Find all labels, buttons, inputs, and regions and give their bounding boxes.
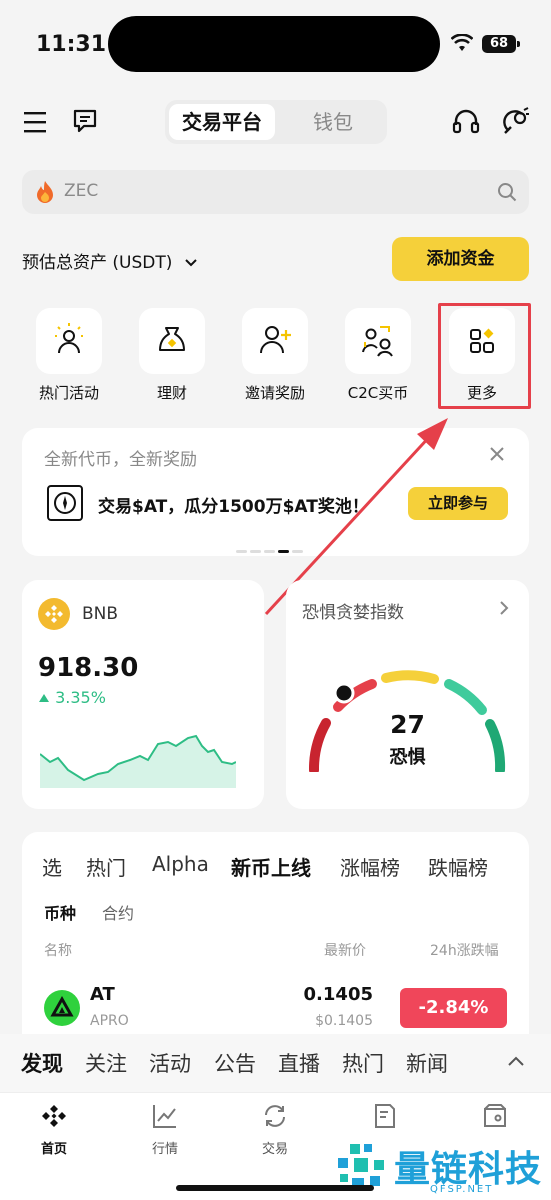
token-logo-icon: [47, 485, 83, 521]
search-placeholder: ZEC: [64, 181, 99, 201]
quick-action-label: 热门活动: [38, 384, 99, 402]
row-price-usd: $0.1405: [315, 1013, 373, 1029]
feed-tab-following[interactable]: 关注: [85, 1048, 127, 1078]
tab-hot[interactable]: 热门: [86, 852, 126, 881]
col-price: 最新价: [324, 943, 366, 959]
tab-exchange[interactable]: 交易平台: [169, 104, 275, 140]
chart-icon: [153, 1105, 176, 1128]
menu-icon[interactable]: [24, 111, 48, 133]
nav-label: 行情: [151, 1142, 178, 1157]
nav-label: 首页: [40, 1142, 67, 1157]
row-change-badge: -2.84%: [400, 988, 507, 1028]
quick-action-hot-events[interactable]: [36, 308, 102, 374]
trade-icon: [265, 1105, 285, 1127]
table-row[interactable]: AT APRO 0.1405 $0.1405 -2.84%: [22, 978, 529, 1038]
chevron-down-icon: [185, 259, 197, 267]
quick-action-c2c[interactable]: [345, 308, 411, 374]
market-section: 选 热门 Alpha 新币上线 涨幅榜 跌幅榜 币种 合约 名称 最新价 24h…: [22, 832, 529, 1042]
wifi-icon: [451, 34, 473, 51]
nav-label: 交易: [261, 1142, 288, 1157]
fear-greed-value: 27: [390, 710, 425, 739]
nav-home[interactable]: 首页: [19, 1101, 89, 1181]
tab-gainers[interactable]: 涨幅榜: [340, 852, 400, 881]
chevron-up-icon[interactable]: [506, 1054, 526, 1068]
search-icon[interactable]: [497, 182, 517, 202]
estimated-assets-label[interactable]: 预估总资产 (USDT): [22, 248, 198, 273]
money-bag-icon: [159, 327, 185, 351]
chevron-right-icon: [500, 601, 509, 615]
bnb-price: 918.30: [38, 653, 139, 683]
feed-tab-news[interactable]: 新闻: [406, 1048, 448, 1078]
platform-switcher: 交易平台 钱包: [165, 100, 387, 144]
close-icon[interactable]: [489, 446, 505, 462]
nav-trade[interactable]: 交易: [240, 1101, 310, 1181]
quick-action-invite[interactable]: [242, 308, 308, 374]
highlight-box: [438, 303, 531, 409]
bnb-change: 3.35%: [38, 688, 106, 707]
nav-markets[interactable]: 行情: [130, 1101, 200, 1181]
quick-action-label: 理财: [156, 384, 187, 402]
subtab-coin[interactable]: 币种: [44, 900, 76, 924]
row-price: 0.1405: [303, 984, 373, 1005]
tab-alpha[interactable]: Alpha: [152, 852, 209, 876]
lightbulb-person-icon: [55, 323, 83, 354]
headset-icon[interactable]: [452, 108, 480, 136]
home-diamond-icon: [42, 1105, 66, 1127]
home-indicator: [176, 1185, 374, 1191]
feed-tab-hot[interactable]: 热门: [342, 1048, 384, 1078]
battery-indicator: 68: [482, 35, 520, 53]
watermark-sub: QFSP.NET: [430, 1184, 494, 1195]
tab-wallet[interactable]: 钱包: [283, 104, 383, 140]
wallet-icon: [484, 1104, 506, 1127]
bnb-logo-icon: [38, 598, 70, 630]
bnb-sparkline: [40, 734, 236, 788]
feed-tab-live[interactable]: 直播: [278, 1048, 320, 1078]
feed-tab-discover[interactable]: 发现: [21, 1048, 63, 1078]
feed-tab-announcements[interactable]: 公告: [214, 1048, 256, 1078]
feed-tab-events[interactable]: 活动: [149, 1048, 191, 1078]
feed-tabs: 发现 关注 活动 公告 直播 热门 新闻: [0, 1034, 551, 1092]
at-token-icon: [44, 990, 80, 1026]
bnb-symbol: BNB: [82, 604, 119, 624]
quick-action-label: 邀请奖励: [244, 384, 305, 402]
triangle-up-icon: [39, 694, 49, 702]
fear-greed-card[interactable]: 恐惧贪婪指数 27 恐惧: [286, 580, 529, 809]
fear-greed-title: 恐惧贪婪指数: [302, 603, 404, 623]
search-bar[interactable]: ZEC: [22, 170, 529, 214]
status-time: 11:31: [36, 32, 107, 57]
subtab-futures[interactable]: 合约: [102, 900, 134, 924]
row-name: APRO: [90, 1013, 129, 1029]
fire-icon: [37, 181, 53, 203]
quick-action-earn[interactable]: [139, 308, 205, 374]
tab-new-listing[interactable]: 新币上线: [231, 852, 311, 881]
add-user-icon: [260, 326, 291, 354]
promo-title: 全新代币，全新奖励: [44, 450, 197, 470]
col-name: 名称: [44, 943, 72, 959]
users-exchange-icon: [362, 326, 393, 357]
fear-greed-label: 恐惧: [389, 747, 426, 768]
col-change: 24h涨跌幅: [430, 943, 499, 959]
tab-losers[interactable]: 跌幅榜: [428, 852, 488, 881]
add-funds-button[interactable]: 添加资金: [392, 237, 529, 281]
quick-action-label: C2C买币: [347, 384, 409, 402]
message-icon[interactable]: [72, 108, 98, 134]
row-symbol: AT: [90, 984, 115, 1005]
dynamic-island: [108, 16, 440, 72]
tab-watchlist[interactable]: 选: [42, 852, 62, 881]
satellite-icon[interactable]: [502, 106, 530, 136]
bnb-price-card[interactable]: BNB 918.30 3.35%: [22, 580, 264, 809]
document-icon: [375, 1104, 395, 1128]
